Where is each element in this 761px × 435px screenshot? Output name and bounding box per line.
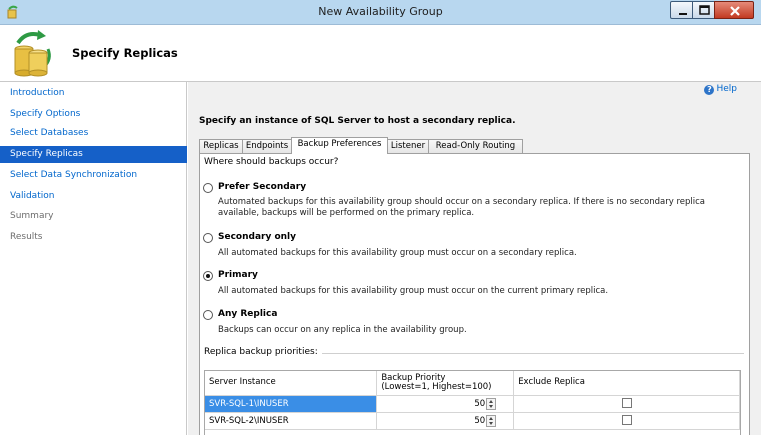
- backup-location-question: Where should backups occur?: [204, 157, 339, 167]
- exclude-replica-cell: [513, 412, 740, 430]
- exclude-replica-checkbox[interactable]: [622, 398, 633, 409]
- option-description: All automated backups for this availabil…: [218, 286, 609, 296]
- sidebar-item-specify-options[interactable]: Specify Options: [0, 106, 187, 123]
- database-sync-icon: [14, 30, 51, 77]
- page-header: Specify Replicas: [0, 25, 761, 82]
- option-description: All automated backups for this availabil…: [218, 248, 577, 258]
- priority-value: 50: [474, 398, 486, 409]
- table-row[interactable]: SVR-SQL-2\INUSER 50: [205, 412, 740, 430]
- col-backup-priority-text: Backup Priority (Lowest=1, Highest=100): [381, 372, 492, 392]
- help-link[interactable]: ? Help: [704, 84, 737, 95]
- tab-read-only-routing[interactable]: Read-Only Routing: [428, 139, 523, 154]
- priority-spinner[interactable]: [486, 414, 497, 427]
- exclude-replica-cell: [513, 395, 740, 413]
- instruction-text: Specify an instance of SQL Server to hos…: [199, 116, 516, 126]
- radio-primary[interactable]: [203, 271, 213, 281]
- main-content: ? Help Specify an instance of SQL Server …: [188, 82, 761, 435]
- option-label: Secondary only: [218, 232, 297, 242]
- radio-any-replica[interactable]: [203, 310, 213, 320]
- tab-backup-preferences[interactable]: Backup Preferences: [291, 137, 388, 154]
- option-label: Prefer Secondary: [218, 182, 307, 192]
- replica-priorities-label: Replica backup priorities:: [204, 347, 322, 357]
- tab-listener[interactable]: Listener: [387, 139, 429, 154]
- server-instance-cell[interactable]: SVR-SQL-1\INUSER: [205, 395, 378, 413]
- help-icon: ?: [704, 85, 715, 95]
- exclude-replica-checkbox[interactable]: [622, 415, 633, 426]
- window-title: New Availability Group: [318, 5, 443, 18]
- sidebar-item-results: Results: [10, 232, 43, 242]
- option-label: Any Replica: [218, 309, 278, 319]
- sidebar-item-validation[interactable]: Validation: [0, 188, 187, 205]
- option-label: Primary: [218, 270, 258, 280]
- close-icon: [730, 6, 740, 16]
- replica-priority-grid: Server Instance Backup Priority (Lowest=…: [204, 370, 741, 435]
- sidebar-item-select-data-synchronization[interactable]: Select Data Synchronization: [0, 167, 187, 184]
- tab-endpoints[interactable]: Endpoints: [242, 139, 292, 154]
- backup-priority-cell[interactable]: 50: [376, 412, 515, 430]
- close-button[interactable]: [714, 1, 754, 19]
- col-server-instance: Server Instance: [205, 371, 378, 396]
- tab-replicas[interactable]: Replicas: [199, 139, 243, 154]
- col-exclude-replica: Exclude Replica: [513, 371, 740, 396]
- backup-preferences-panel: Where should backups occur? Prefer Secon…: [199, 153, 750, 435]
- sidebar-item-select-databases[interactable]: Select Databases: [0, 125, 187, 142]
- help-label: Help: [716, 84, 737, 94]
- sidebar-item-summary: Summary: [10, 211, 54, 221]
- option-description: Automated backups for this availability …: [218, 197, 705, 218]
- option-description: Backups can occur on any replica in the …: [218, 325, 467, 335]
- maximize-icon: [699, 5, 710, 15]
- server-instance-cell[interactable]: SVR-SQL-2\INUSER: [205, 412, 378, 430]
- table-row[interactable]: SVR-SQL-1\INUSER 50: [205, 395, 740, 413]
- priority-spinner[interactable]: [486, 397, 497, 410]
- radio-secondary-only[interactable]: [203, 233, 213, 243]
- title-bar: New Availability Group: [0, 0, 761, 25]
- maximize-button[interactable]: [692, 1, 715, 19]
- col-backup-priority: Backup Priority (Lowest=1, Highest=100): [376, 371, 515, 396]
- backup-priority-cell[interactable]: 50: [376, 395, 515, 413]
- page-title: Specify Replicas: [72, 46, 178, 60]
- minimize-button[interactable]: [670, 1, 693, 19]
- sidebar-item-introduction[interactable]: Introduction: [0, 85, 187, 102]
- radio-prefer-secondary[interactable]: [203, 183, 213, 193]
- priority-value: 50: [474, 415, 486, 426]
- sidebar-item-specify-replicas[interactable]: Specify Replicas: [0, 146, 187, 163]
- minimize-icon: [679, 13, 687, 15]
- wizard-sidebar: Introduction Specify Options Select Data…: [0, 82, 187, 435]
